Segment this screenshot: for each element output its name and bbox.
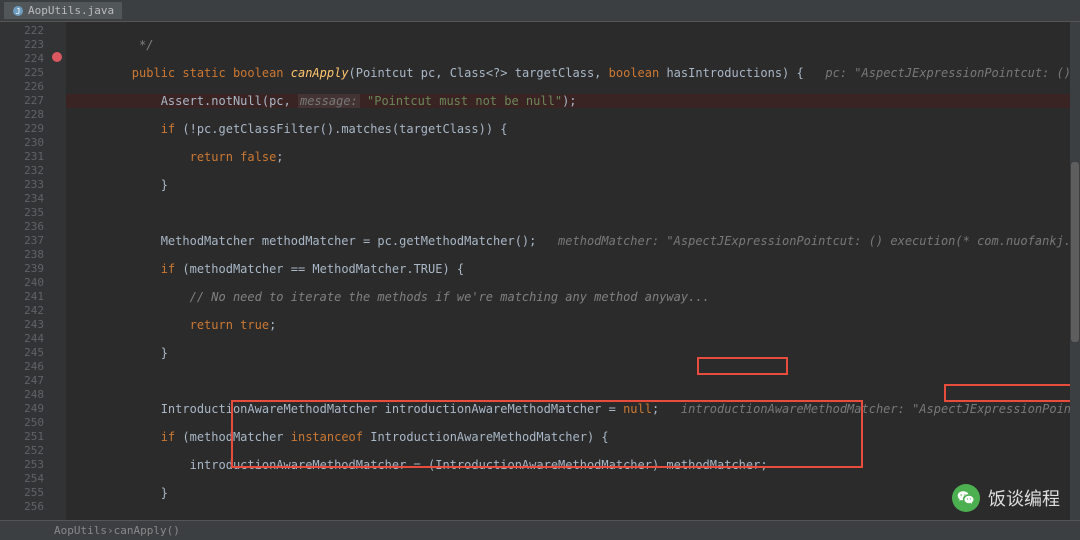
code-area[interactable]: */ public static boolean canApply(Pointc… (66, 22, 1080, 520)
annotation-box (697, 357, 788, 375)
tab-filename: AopUtils.java (28, 4, 114, 17)
svg-text:J: J (16, 7, 21, 16)
line-number: 234 (0, 192, 44, 206)
line-number: 237 (0, 234, 44, 248)
line-number: 228 (0, 108, 44, 122)
line-number: 233 (0, 178, 44, 192)
line-number: 232 (0, 164, 44, 178)
line-number: 256 (0, 500, 44, 514)
line-number: 225 (0, 66, 44, 80)
line-gutter: 2222232242252262272282292302312322332342… (0, 22, 50, 520)
line-number: 223 (0, 38, 44, 52)
breadcrumb-bar: AopUtils › canApply() (0, 520, 1080, 540)
tab-bar: J AopUtils.java (0, 0, 1080, 22)
watermark-text: 饭谈编程 (988, 485, 1060, 511)
breadcrumb-method[interactable]: canApply() (114, 524, 180, 537)
line-number: 253 (0, 458, 44, 472)
line-number: 251 (0, 430, 44, 444)
line-number: 224 (0, 52, 44, 66)
line-number: 229 (0, 122, 44, 136)
line-number: 222 (0, 24, 44, 38)
breakpoint-icon[interactable] (52, 52, 62, 62)
line-number: 254 (0, 472, 44, 486)
line-number: 231 (0, 150, 44, 164)
code-editor[interactable]: 2222232242252262272282292302312322332342… (0, 22, 1080, 520)
line-number: 243 (0, 318, 44, 332)
line-number: 236 (0, 220, 44, 234)
line-number: 252 (0, 444, 44, 458)
gutter-icons (50, 22, 66, 520)
line-number: 246 (0, 360, 44, 374)
line-number: 238 (0, 248, 44, 262)
line-number: 230 (0, 136, 44, 150)
inline-hint: introductionAwareMethodMatcher: "AspectJ… (659, 402, 1080, 416)
line-number: 244 (0, 332, 44, 346)
scrollbar-track[interactable] (1070, 22, 1080, 520)
line-number: 247 (0, 374, 44, 388)
watermark: 饭谈编程 (952, 484, 1060, 512)
wechat-icon (952, 484, 980, 512)
scrollbar-thumb[interactable] (1071, 162, 1079, 342)
inline-hint: methodMatcher: "AspectJExpressionPointcu… (536, 234, 1080, 248)
line-number: 239 (0, 262, 44, 276)
line-number: 240 (0, 276, 44, 290)
line-number: 227 (0, 94, 44, 108)
line-number: 235 (0, 206, 44, 220)
line-number: 249 (0, 402, 44, 416)
line-number: 245 (0, 346, 44, 360)
java-file-icon: J (12, 5, 24, 17)
file-tab[interactable]: J AopUtils.java (4, 2, 122, 19)
line-number: 241 (0, 290, 44, 304)
line-number: 226 (0, 80, 44, 94)
line-number: 250 (0, 416, 44, 430)
line-number: 242 (0, 304, 44, 318)
inline-hint: pc: "AspectJExpressionPointcut: () execu… (804, 66, 1080, 80)
line-number: 248 (0, 388, 44, 402)
breadcrumb-class[interactable]: AopUtils (54, 524, 107, 537)
line-number: 255 (0, 486, 44, 500)
